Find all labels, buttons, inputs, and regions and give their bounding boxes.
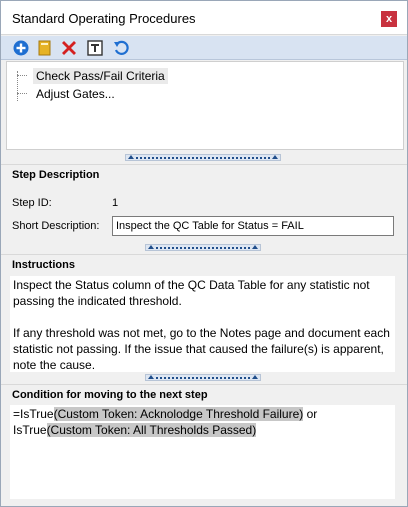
splitter-handle[interactable] xyxy=(145,244,261,251)
sop-window: Standard Operating Procedures x Check Pa… xyxy=(0,0,408,507)
add-icon[interactable] xyxy=(12,39,30,57)
tree-connector xyxy=(17,75,27,76)
custom-token: (Custom Token: Acknolodge Threshold Fail… xyxy=(53,407,304,421)
step-description-header: Step Description xyxy=(1,164,407,184)
custom-token: (Custom Token: All Thresholds Passed) xyxy=(46,423,257,437)
tree-item-check-pass-fail[interactable]: Check Pass/Fail Criteria xyxy=(33,68,168,84)
instructions-paragraph: Inspect the Status column of the QC Data… xyxy=(13,278,370,308)
splitter-handle[interactable] xyxy=(145,374,261,381)
step-tree: Check Pass/Fail Criteria Adjust Gates... xyxy=(6,61,404,150)
refresh-icon[interactable] xyxy=(112,39,130,57)
condition-expression[interactable]: =IsTrue(Custom Token: Acknolodge Thresho… xyxy=(10,405,395,499)
window-title: Standard Operating Procedures xyxy=(12,11,196,26)
condition-header: Condition for moving to the next step xyxy=(1,384,407,404)
folder-icon[interactable] xyxy=(36,39,54,57)
short-description-field[interactable]: Inspect the QC Table for Status = FAIL xyxy=(112,216,394,236)
instructions-text[interactable]: Inspect the Status column of the QC Data… xyxy=(10,276,395,372)
tree-connector xyxy=(17,93,27,94)
close-button[interactable]: x xyxy=(381,11,397,27)
condition-function: =IsTrue xyxy=(13,407,54,421)
condition-function: IsTrue xyxy=(13,423,47,437)
short-description-label: Short Description: xyxy=(12,220,100,232)
toolbar xyxy=(1,36,407,60)
condition-operator: or xyxy=(303,407,318,421)
tree-item-adjust-gates[interactable]: Adjust Gates... xyxy=(33,86,118,102)
rename-icon[interactable] xyxy=(86,39,104,57)
delete-icon[interactable] xyxy=(60,39,78,57)
instructions-paragraph: If any threshold was not met, go to the … xyxy=(13,326,390,372)
title-bar: Standard Operating Procedures x xyxy=(1,1,407,35)
step-id-label: Step ID: xyxy=(12,197,52,209)
splitter-handle[interactable] xyxy=(125,154,281,161)
step-id-value: 1 xyxy=(112,197,119,209)
instructions-header: Instructions xyxy=(1,254,407,274)
